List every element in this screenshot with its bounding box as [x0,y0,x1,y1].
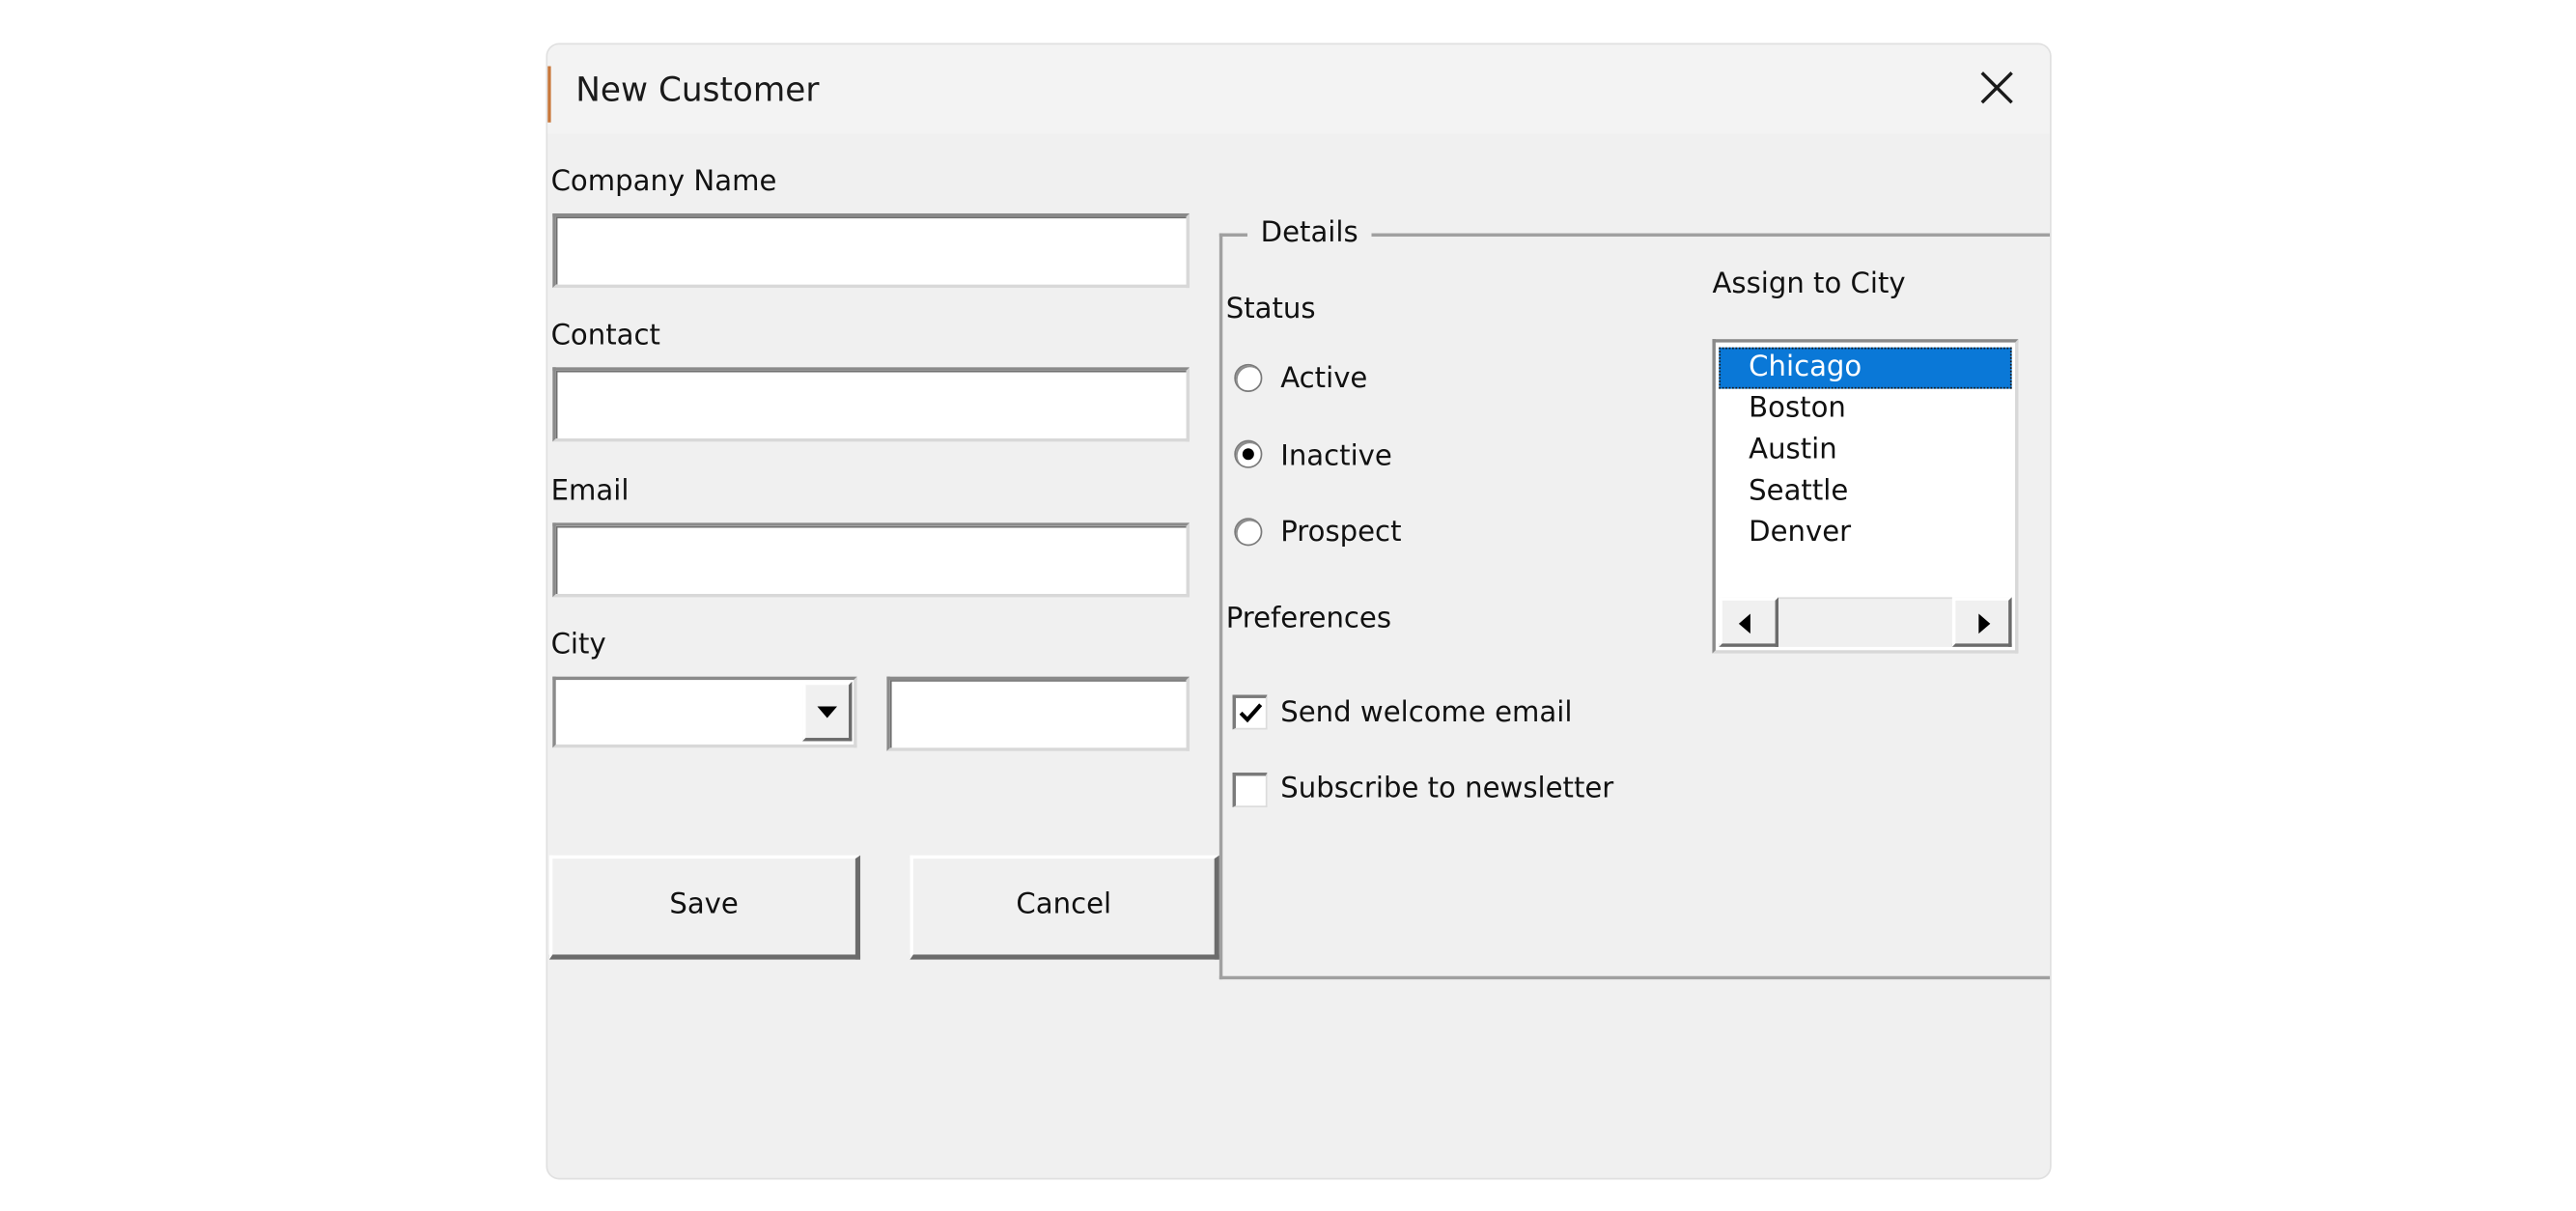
list-item-seattle[interactable]: Seattle [1719,471,2011,513]
email-input[interactable] [552,522,1190,598]
screen: New Customer Company Name Contact Email … [0,0,2576,1211]
close-icon [1980,71,2013,104]
list-item-boston[interactable]: Boston [1719,389,2011,431]
new-customer-dialog: New Customer Company Name Contact Email … [547,44,2051,1178]
checkbox[interactable] [1232,773,1268,807]
company-name-label: Company Name [550,165,777,199]
scrollbar-track[interactable] [1778,597,1952,647]
contact-input[interactable] [552,367,1190,442]
radio-button[interactable] [1234,518,1263,547]
checkbox-label: Send welcome email [1280,696,1573,730]
radio-button[interactable] [1234,363,1263,393]
assign-to-city-label: Assign to City [1712,268,1906,301]
city-text-input[interactable] [886,676,1190,751]
list-item-austin[interactable]: Austin [1719,430,2011,471]
title-bar[interactable]: New Customer [547,44,2051,134]
radio-label: Inactive [1280,439,1392,473]
checkmark-icon [1239,703,1263,723]
chevron-down-icon [817,706,838,718]
horizontal-scrollbar[interactable] [1719,597,2012,647]
radio-selected-dot [1242,448,1254,461]
arrow-right-icon [1978,613,1991,634]
checkbox[interactable] [1232,694,1268,730]
contact-label: Contact [550,319,660,352]
city-label: City [550,628,606,662]
checkbox-label: Subscribe to newsletter [1280,773,1614,806]
list-item-denver[interactable]: Denver [1719,513,2011,554]
dialog-title: New Customer [575,69,820,110]
city-listbox[interactable]: Chicago Boston Austin Seattle Denver [1712,339,2019,654]
list-item-chicago[interactable]: Chicago [1719,347,2012,389]
email-label: Email [550,474,630,508]
window-edge-accent [547,66,551,123]
company-name-input[interactable] [552,212,1190,289]
cancel-button[interactable]: Cancel [910,855,1219,960]
radio-button[interactable] [1234,439,1263,468]
close-button[interactable] [1974,65,2020,111]
arrow-left-icon [1738,613,1750,634]
city-combobox[interactable] [552,676,857,748]
preferences-label: Preferences [1225,602,1392,635]
status-label: Status [1225,293,1316,326]
scroll-right-button[interactable] [1951,597,2012,647]
save-button[interactable]: Save [548,855,861,960]
radio-label: Active [1280,362,1368,396]
details-frame-legend: Details [1246,216,1372,250]
scroll-left-button[interactable] [1719,597,1779,647]
radio-label: Prospect [1280,516,1402,549]
city-dropdown-button[interactable] [802,681,853,742]
